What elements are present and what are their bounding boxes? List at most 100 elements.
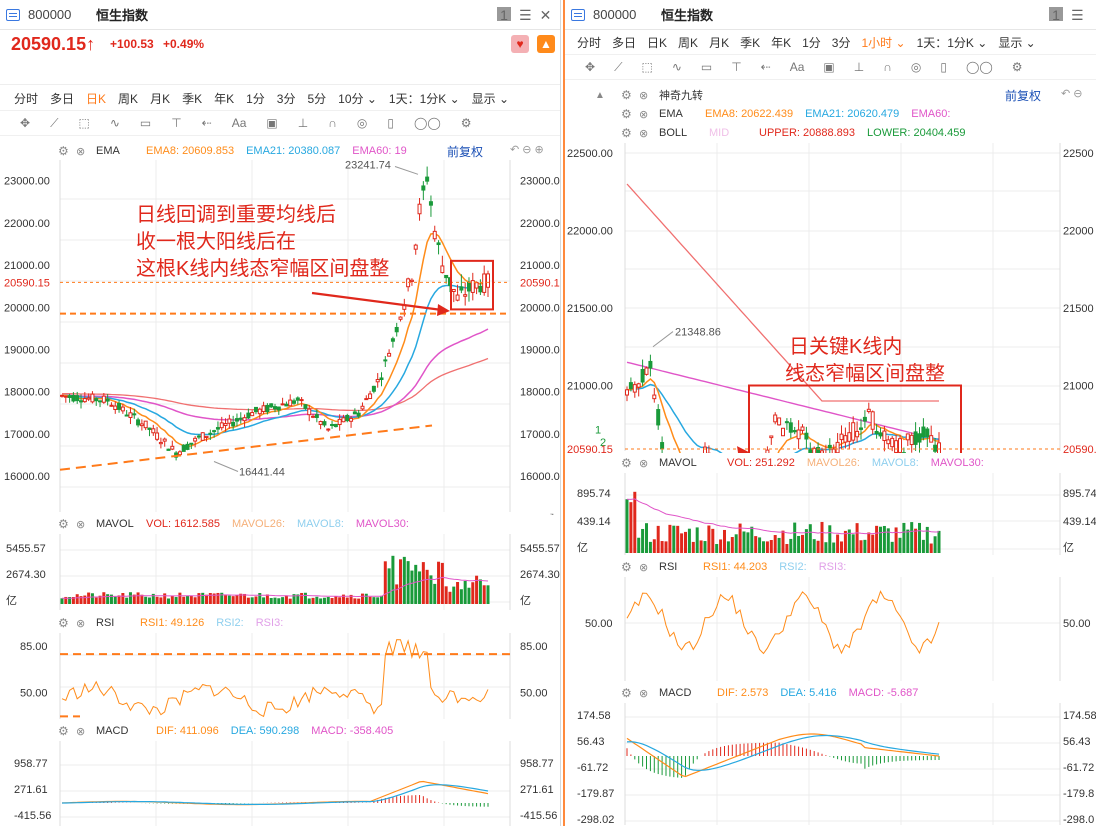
tab-6[interactable]: 年K: [771, 34, 791, 51]
tab-4[interactable]: 月K: [709, 34, 729, 51]
fib-tool-icon[interactable]: ⊤: [171, 116, 181, 130]
volume-bar: [625, 499, 629, 553]
rect-tool-icon[interactable]: ⬚: [78, 116, 89, 130]
indicator-close-icon[interactable]: ⊗: [639, 127, 659, 140]
volume-bar: [812, 539, 816, 553]
indicator-close-icon[interactable]: ⊗: [76, 145, 96, 158]
candle: [155, 432, 160, 440]
tab-9[interactable]: 1小时 ⌄: [861, 34, 905, 51]
tool-settings-icon[interactable]: ⚙: [461, 116, 472, 130]
tab-10[interactable]: 10分 ⌄: [338, 90, 377, 107]
indicator-settings-icon[interactable]: ⚙: [621, 560, 639, 574]
indicator-close-icon[interactable]: ⊗: [76, 617, 96, 630]
close-icon[interactable]: ✕: [540, 7, 552, 23]
tab-6[interactable]: 年K: [214, 90, 234, 107]
settings-list-icon[interactable]: ☰: [1071, 7, 1084, 23]
tab-5[interactable]: 季K: [182, 90, 202, 107]
indicator-settings-icon[interactable]: ⚙: [621, 107, 639, 121]
indicator-settings-icon[interactable]: ⚙: [58, 724, 76, 738]
candle: [280, 403, 285, 406]
candle: [390, 338, 395, 342]
tab-10[interactable]: 1天：1分K ⌄: [917, 34, 988, 51]
panel-controls-icon[interactable]: ↶ ⊖ ⊕: [510, 143, 544, 156]
collapse-icon[interactable]: ▲: [595, 90, 621, 101]
tab-9[interactable]: 5分: [307, 90, 326, 107]
volume-bar: [197, 593, 201, 604]
magnet-icon[interactable]: ∩: [328, 116, 337, 130]
restore-window-icon[interactable]: 1: [497, 7, 511, 23]
image-tool-icon[interactable]: ▣: [266, 116, 277, 130]
macd-tick-left: 958.77: [14, 758, 48, 770]
tab-1[interactable]: 多日: [612, 34, 636, 51]
ruler-tool-icon[interactable]: ⊥: [298, 116, 308, 130]
tab-0[interactable]: 分时: [14, 90, 38, 107]
tab-3[interactable]: 周K: [678, 34, 698, 51]
magnet-icon[interactable]: ∩: [883, 60, 892, 74]
favorite-heart-icon[interactable]: ♥: [511, 35, 529, 53]
alert-bell-icon[interactable]: ▲: [537, 35, 555, 53]
text-tool-icon[interactable]: Aa: [790, 60, 805, 74]
tab-7[interactable]: 1分: [802, 34, 821, 51]
eye-icon[interactable]: ◎: [357, 116, 367, 130]
image-tool-icon[interactable]: ▣: [823, 60, 834, 74]
text-tool-icon[interactable]: Aa: [232, 116, 247, 130]
arrow-tool-icon[interactable]: ⇠: [761, 60, 771, 74]
tab-0[interactable]: 分时: [577, 34, 601, 51]
tab-1[interactable]: 多日: [50, 90, 74, 107]
indicator-settings-icon[interactable]: ⚙: [621, 686, 639, 700]
indicator-settings-icon[interactable]: ⚙: [621, 456, 639, 470]
adjust-mode-link[interactable]: 前复权: [447, 143, 483, 160]
tab-2[interactable]: 日K: [647, 34, 667, 51]
tab-2[interactable]: 日K: [86, 90, 106, 107]
candle: [162, 438, 167, 442]
arrow-tool-icon[interactable]: ⇠: [202, 116, 212, 130]
trash-icon[interactable]: ▯: [940, 60, 947, 74]
indicator-close-icon[interactable]: ⊗: [76, 725, 96, 738]
ruler-tool-icon[interactable]: ⊥: [854, 60, 864, 74]
indicator-close-icon[interactable]: ⊗: [639, 108, 659, 121]
channel-tool-icon[interactable]: ▭: [140, 116, 151, 130]
dea-line: [62, 784, 489, 806]
restore-window-icon[interactable]: 1: [1049, 7, 1063, 23]
indicator-close-icon[interactable]: ⊗: [639, 89, 659, 102]
rect-tool-icon[interactable]: ⬚: [641, 60, 652, 74]
indicator-settings-icon[interactable]: ⚙: [621, 126, 639, 140]
candle: [71, 394, 76, 402]
wave-tool-icon[interactable]: ∿: [110, 116, 120, 130]
layers-icon[interactable]: ◯◯: [966, 60, 993, 74]
line-tool-icon[interactable]: ⟋: [614, 60, 622, 75]
tab-3[interactable]: 周K: [118, 90, 138, 107]
trash-icon[interactable]: ▯: [387, 116, 394, 130]
tab-8[interactable]: 3分: [832, 34, 851, 51]
fib-tool-icon[interactable]: ⊤: [731, 60, 741, 74]
tab-4[interactable]: 月K: [150, 90, 170, 107]
eye-icon[interactable]: ◎: [911, 60, 921, 74]
indicator-close-icon[interactable]: ⊗: [639, 561, 659, 574]
panel-controls-icon[interactable]: ↶ ⊖: [1061, 87, 1083, 100]
indicator-settings-icon[interactable]: ⚙: [58, 616, 76, 630]
indicator-close-icon[interactable]: ⊗: [76, 518, 96, 531]
tool-settings-icon[interactable]: ⚙: [1012, 60, 1023, 74]
indicator-settings-icon[interactable]: ⚙: [621, 88, 639, 102]
channel-tool-icon[interactable]: ▭: [701, 60, 712, 74]
crosshair-icon[interactable]: ✥: [20, 116, 30, 130]
indicator-close-icon[interactable]: ⊗: [639, 687, 659, 700]
settings-list-icon[interactable]: ☰: [519, 7, 532, 23]
candle: [796, 429, 801, 440]
tab-7[interactable]: 1分: [246, 90, 265, 107]
indicator-settings-icon[interactable]: ⚙: [58, 517, 76, 531]
layers-icon[interactable]: ◯◯: [414, 116, 441, 130]
line-tool-icon[interactable]: ⟋: [50, 116, 58, 131]
tab-11[interactable]: 显示 ⌄: [998, 34, 1035, 51]
tab-12[interactable]: 显示 ⌄: [472, 90, 509, 107]
tab-5[interactable]: 季K: [740, 34, 760, 51]
up-arrow-icon: ↑: [86, 34, 96, 54]
tab-8[interactable]: 3分: [277, 90, 296, 107]
volume-bar: [353, 598, 357, 604]
indicator-settings-icon[interactable]: ⚙: [58, 144, 76, 158]
tab-11[interactable]: 1天：1分K ⌄: [389, 90, 460, 107]
indicator-close-icon[interactable]: ⊗: [639, 457, 659, 470]
crosshair-icon[interactable]: ✥: [585, 60, 595, 74]
adjust-mode-link[interactable]: 前复权: [1005, 87, 1041, 104]
wave-tool-icon[interactable]: ∿: [672, 60, 682, 74]
